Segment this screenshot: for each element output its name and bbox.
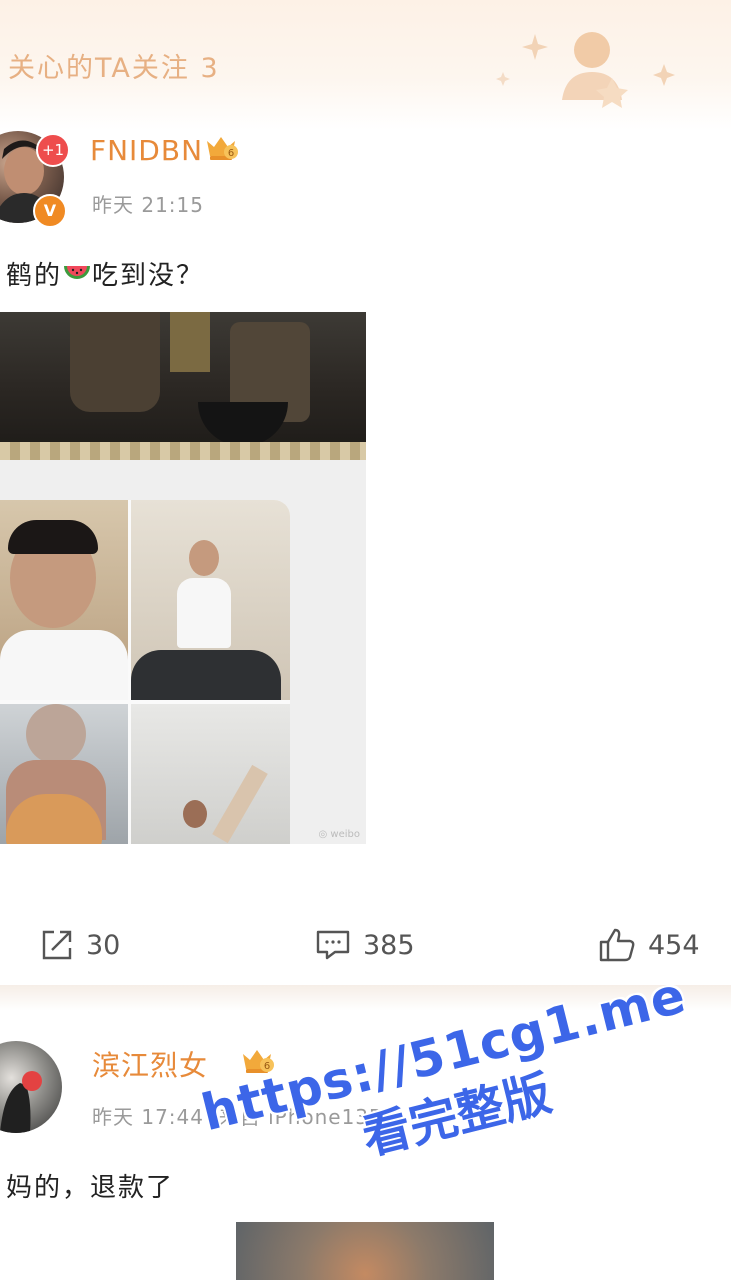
grid-cell bbox=[0, 500, 128, 700]
like-button[interactable]: 454 bbox=[598, 915, 700, 975]
post-text-part: 鹤的 bbox=[6, 261, 63, 291]
vip-crown-icon: 6 bbox=[207, 137, 238, 160]
repost-count: 30 bbox=[86, 929, 121, 961]
grid-cell bbox=[131, 500, 290, 700]
banner-text: 关心的TA关注 3 bbox=[8, 53, 220, 84]
post-timestamp: 昨天 21:15 bbox=[92, 193, 204, 217]
svg-text:6: 6 bbox=[228, 148, 234, 159]
person-head bbox=[183, 800, 207, 828]
post-source: 来自 iPhone13Pro bbox=[218, 1105, 404, 1129]
repost-button[interactable]: 30 bbox=[40, 915, 120, 975]
person-hair bbox=[8, 520, 98, 554]
person-shirt bbox=[177, 578, 231, 648]
like-icon bbox=[599, 928, 635, 962]
video-call-grid bbox=[0, 500, 290, 844]
watermark-subtitle: 看完整版 bbox=[357, 1065, 557, 1167]
post-image[interactable] bbox=[236, 1222, 494, 1280]
image-detail bbox=[212, 764, 268, 844]
post-text: 妈的，退款了 bbox=[6, 1173, 175, 1203]
person-head bbox=[189, 540, 219, 576]
comment-icon bbox=[316, 930, 350, 960]
username[interactable]: 滨江烈女 bbox=[92, 1044, 208, 1084]
repost-icon bbox=[42, 930, 72, 960]
image-detail bbox=[0, 442, 366, 460]
like-count: 454 bbox=[648, 929, 700, 961]
post-text: 鹤的 吃到没？ bbox=[6, 255, 204, 292]
notification-badge: +1 bbox=[36, 133, 70, 167]
post-text-part: 吃到没？ bbox=[92, 261, 205, 291]
comment-button[interactable]: 385 bbox=[315, 915, 415, 975]
avatar[interactable] bbox=[0, 1041, 62, 1133]
image-watermark: ◎ weibo bbox=[318, 829, 360, 840]
post-image-1[interactable] bbox=[0, 312, 366, 460]
grid-cell bbox=[131, 704, 290, 844]
post-divider bbox=[0, 985, 731, 1011]
watermelon-icon bbox=[64, 266, 91, 279]
special-follow-banner[interactable]: 关心的TA关注 3 bbox=[0, 0, 731, 130]
person-head bbox=[26, 704, 86, 764]
svg-text:6: 6 bbox=[264, 1061, 270, 1072]
comment-count: 385 bbox=[363, 929, 415, 961]
verified-icon: V bbox=[33, 194, 67, 228]
action-bar: 30 385 454 bbox=[0, 915, 731, 975]
post-timestamp: 昨天 17:44 bbox=[92, 1105, 204, 1129]
post-image-2[interactable]: ◎ weibo bbox=[0, 460, 366, 844]
image-detail bbox=[170, 312, 210, 372]
avatar-photo bbox=[0, 1071, 42, 1133]
person-legs bbox=[131, 650, 281, 700]
image-detail bbox=[70, 312, 160, 412]
vip-crown-icon: 6 bbox=[243, 1050, 274, 1073]
username[interactable]: FNIDBN bbox=[90, 134, 203, 167]
banner-decoration-icon bbox=[496, 32, 675, 108]
image-detail bbox=[198, 402, 288, 446]
grid-cell bbox=[0, 704, 128, 844]
post-meta: 昨天 17:44 来自 iPhone13Pro bbox=[92, 1101, 404, 1130]
person-shirt bbox=[0, 630, 128, 700]
